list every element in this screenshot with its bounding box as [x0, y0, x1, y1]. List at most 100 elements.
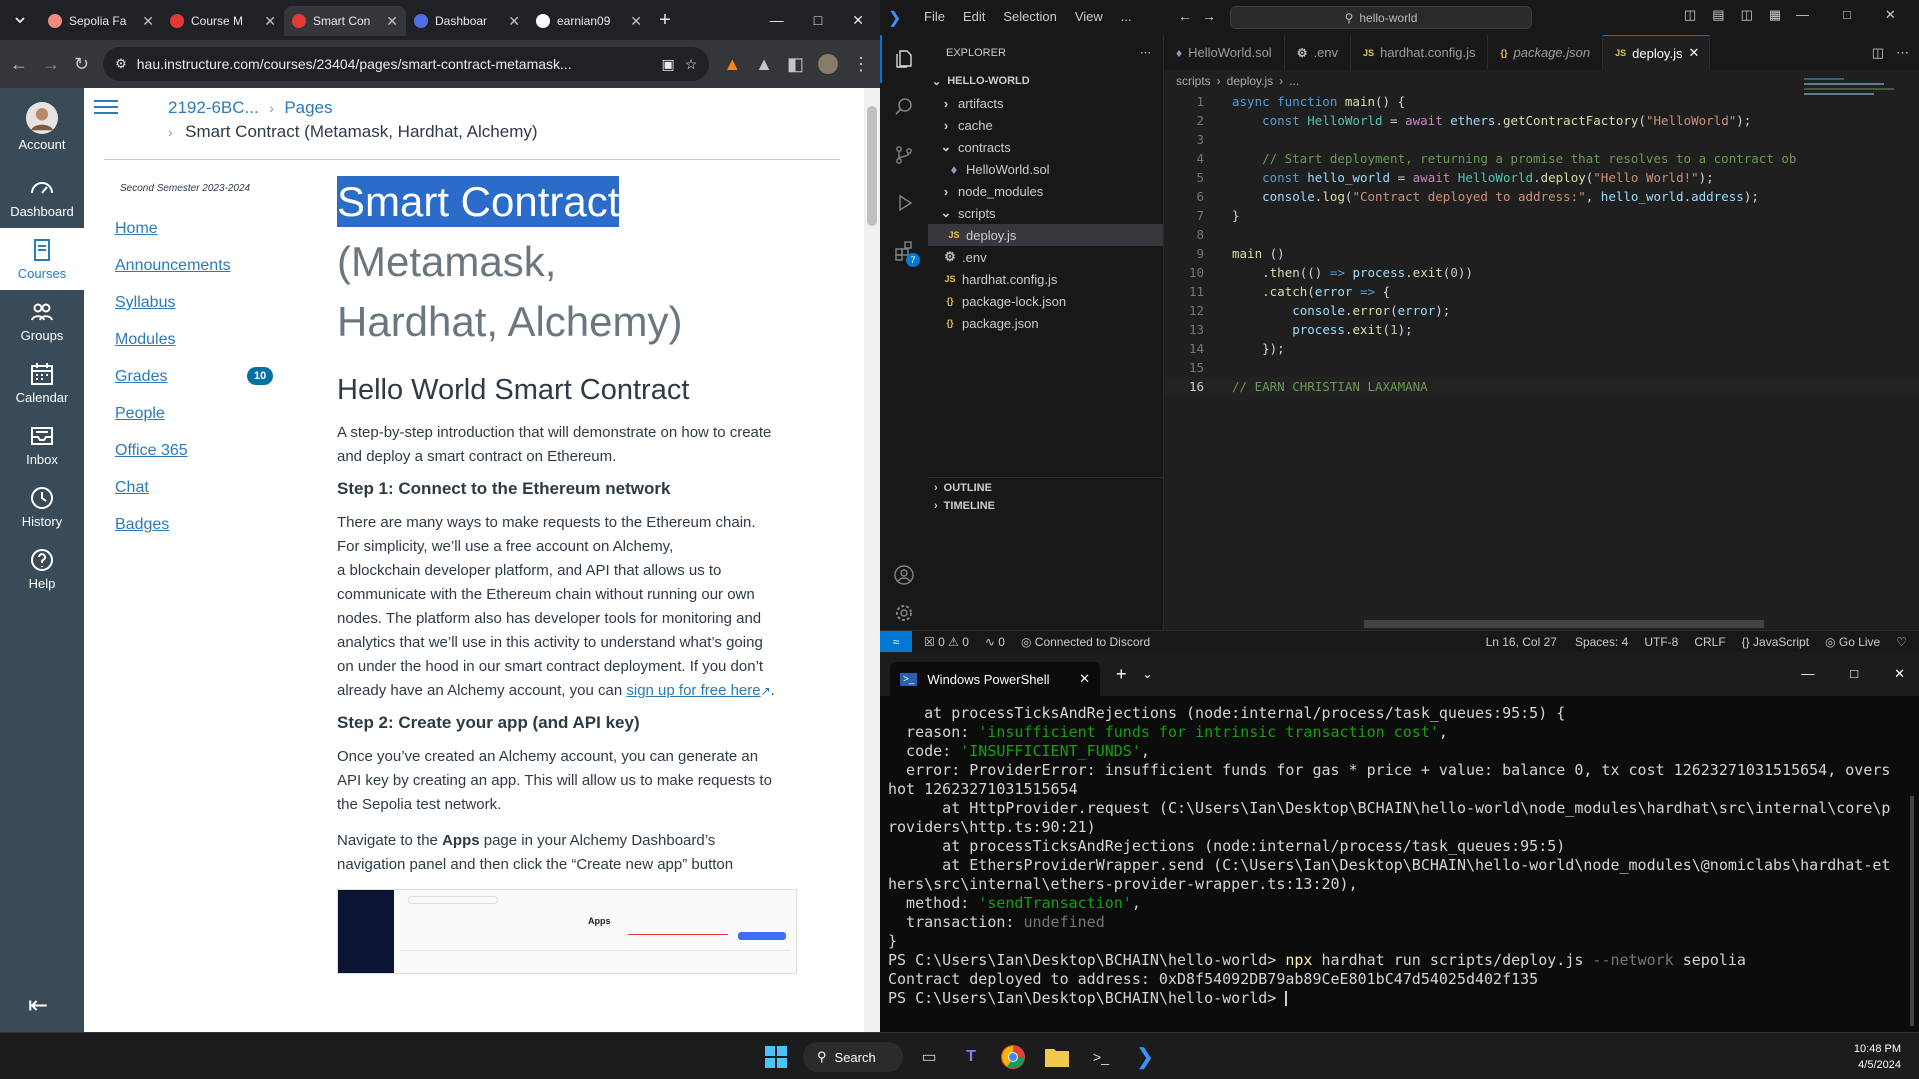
ports-status[interactable]: ∿ 0 [985, 635, 1005, 649]
course-nav-syllabus[interactable]: Syllabus [115, 294, 255, 331]
course-nav-modules[interactable]: Modules [115, 331, 255, 368]
browser-tab[interactable]: Course M ✕ [162, 6, 284, 36]
explorer-icon[interactable] [880, 35, 928, 83]
toggle-sidebar-icon[interactable]: ◫ [1684, 7, 1696, 23]
course-nav-home[interactable]: Home [115, 220, 255, 257]
tree-item[interactable]: JS hardhat.config.js [928, 268, 1163, 290]
run-debug-icon[interactable] [880, 179, 928, 227]
chrome-taskbar-icon[interactable] [997, 1041, 1029, 1073]
signup-link[interactable]: sign up for free here [626, 682, 760, 699]
start-menu-icon[interactable] [760, 1041, 792, 1073]
terminal-close-icon[interactable]: ✕ [1894, 666, 1905, 682]
editor-tab[interactable]: JS hardhat.config.js [1351, 35, 1489, 70]
browser-tab[interactable]: Sepolia Fa ✕ [40, 6, 162, 36]
taskbar-search[interactable]: ⚲ Search [803, 1042, 903, 1072]
tree-item[interactable]: › cache [928, 114, 1163, 136]
source-control-icon[interactable] [880, 131, 928, 179]
task-view-icon[interactable]: ▭ [913, 1041, 945, 1073]
editor-breadcrumb-item[interactable]: ... [1289, 74, 1299, 88]
discord-status[interactable]: ◎ Connected to Discord [1021, 635, 1150, 649]
terminal-output[interactable]: at processTicksAndRejections (node:inter… [880, 696, 1919, 1008]
menu-item[interactable]: ... [1121, 9, 1132, 24]
course-nav-badges[interactable]: Badges [115, 516, 255, 553]
reload-icon[interactable]: ↻ [74, 54, 89, 75]
tab-close-icon[interactable]: ✕ [386, 13, 398, 30]
tree-item[interactable]: › node_modules [928, 180, 1163, 202]
tab-close-icon[interactable]: ✕ [630, 13, 642, 30]
page-scrollbar[interactable] [864, 88, 880, 1032]
close-icon[interactable]: ✕ [852, 12, 864, 29]
tree-item[interactable]: ⚙ .env [928, 246, 1163, 268]
terminal-dropdown-icon[interactable]: ⌄ [1143, 667, 1153, 681]
hamburger-menu-icon[interactable] [94, 96, 118, 118]
install-icon[interactable]: ▣ [662, 56, 675, 73]
menu-icon[interactable]: ⋮ [852, 54, 870, 75]
tree-item[interactable]: ⌄ contracts [928, 136, 1163, 158]
indentation[interactable]: Spaces: 4 [1575, 635, 1628, 649]
vscode-minimize-icon[interactable]: — [1796, 7, 1809, 23]
tree-item[interactable]: {} package.json [928, 312, 1163, 334]
problems-status[interactable]: ☒ 0 ⚠ 0 [924, 635, 969, 649]
menu-item[interactable]: Selection [1003, 9, 1056, 24]
tab-close-icon[interactable]: ✕ [264, 13, 276, 30]
code-editor[interactable]: 1 async function main() {2 const HelloWor… [1164, 92, 1919, 396]
more-actions-icon[interactable]: ⋯ [1896, 45, 1909, 61]
tree-item[interactable]: › artifacts [928, 92, 1163, 114]
nav-back-icon[interactable]: ← [1178, 8, 1192, 24]
vscode-taskbar-icon[interactable]: ❯ [1129, 1041, 1161, 1073]
tab-search-icon[interactable] [0, 0, 40, 40]
minimap[interactable] [1804, 75, 1904, 105]
global-nav-dashboard[interactable]: Dashboard [0, 166, 84, 228]
command-center-search[interactable]: ⚲ hello-world [1230, 6, 1532, 29]
terminal-scrollbar[interactable] [1910, 796, 1914, 1026]
browser-tab[interactable]: earnian09 ✕ [528, 6, 650, 36]
tab-close-icon[interactable]: ✕ [142, 13, 154, 30]
terminal-maximize-icon[interactable]: □ [1850, 666, 1858, 682]
project-header[interactable]: ⌄ HELLO-WORLD [928, 70, 1163, 92]
course-nav-chat[interactable]: Chat [115, 479, 255, 516]
cursor-position[interactable]: Ln 16, Col 27 [1486, 635, 1557, 649]
course-nav-grades[interactable]: Grades 10 [115, 367, 274, 405]
back-icon[interactable]: ← [10, 54, 28, 75]
global-nav-groups[interactable]: Groups [0, 290, 84, 352]
notifications-bell-icon[interactable]: ♡ [1896, 635, 1907, 649]
nav-forward-icon[interactable]: → [1202, 8, 1216, 24]
system-clock[interactable]: 10:48 PM 4/5/2024 [1854, 1041, 1901, 1073]
breadcrumb-pages[interactable]: Pages [284, 98, 332, 117]
collapse-nav-icon[interactable]: ⇤ [28, 991, 48, 1020]
breadcrumb-course[interactable]: 2192-6BC... [168, 98, 259, 117]
browser-tab[interactable]: Smart Con ✕ [284, 6, 406, 36]
address-bar[interactable]: ⚙ hau.instructure.com/courses/23404/page… [103, 47, 710, 81]
terminal-tab[interactable]: >_ Windows PowerShell ✕ [890, 662, 1100, 696]
menu-item[interactable]: Edit [963, 9, 985, 24]
toggle-secondary-sidebar-icon[interactable]: ◫ [1741, 7, 1753, 23]
browser-tab[interactable]: Dashboar ✕ [406, 6, 528, 36]
vscode-close-icon[interactable]: ✕ [1885, 7, 1896, 23]
new-terminal-tab-button[interactable]: + [1116, 664, 1127, 685]
editor-tab[interactable]: ⚙ .env [1285, 35, 1352, 70]
language-mode[interactable]: {} JavaScript [1742, 635, 1809, 649]
side-panel-icon[interactable]: ◧ [787, 54, 804, 75]
global-nav-calendar[interactable]: Calendar [0, 352, 84, 414]
teams-icon[interactable]: T [955, 1041, 987, 1073]
editor-tab[interactable]: ♦ HelloWorld.sol [1164, 35, 1285, 70]
new-tab-button[interactable]: + [650, 9, 680, 32]
editor-tab[interactable]: {} package.json [1488, 35, 1604, 70]
minimize-icon[interactable]: — [770, 12, 784, 29]
profile-avatar[interactable] [818, 54, 838, 74]
menu-item[interactable]: View [1075, 9, 1103, 24]
extensions-icon[interactable]: ▲ [755, 54, 773, 75]
encoding[interactable]: UTF-8 [1644, 635, 1678, 649]
file-explorer-icon[interactable] [1041, 1041, 1073, 1073]
editor-tab-close-icon[interactable]: ✕ [1688, 45, 1699, 61]
tab-close-icon[interactable]: ✕ [508, 13, 520, 30]
site-info-icon[interactable]: ⚙ [115, 56, 127, 72]
tree-item[interactable]: ⌄ scripts [928, 202, 1163, 224]
global-nav-help[interactable]: Help [0, 538, 84, 600]
maximize-icon[interactable]: □ [814, 12, 822, 29]
course-nav-people[interactable]: People [115, 405, 255, 442]
course-nav-office-365[interactable]: Office 365 [115, 442, 255, 479]
terminal-minimize-icon[interactable]: — [1801, 666, 1814, 682]
toggle-panel-icon[interactable]: ▤ [1712, 7, 1724, 23]
customize-layout-icon[interactable]: ▦ [1769, 7, 1781, 23]
